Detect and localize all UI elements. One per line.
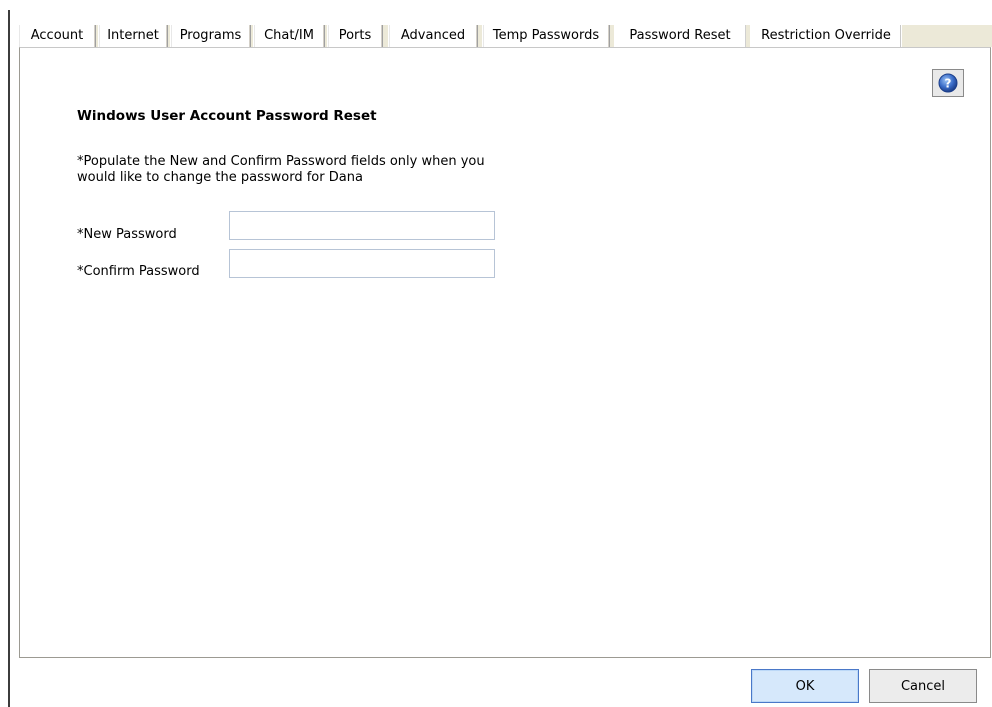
instruction-note-line2: would like to change the password for Da… — [77, 170, 363, 185]
tab-chat-im[interactable]: Chat/IM — [253, 25, 325, 47]
panel-heading: Windows User Account Password Reset — [77, 108, 377, 124]
confirm-password-field[interactable] — [229, 249, 495, 278]
help-button[interactable]: ? — [932, 69, 964, 97]
password-reset-panel — [19, 47, 991, 658]
tab-ports[interactable]: Ports — [327, 25, 383, 47]
window-left-border — [8, 10, 10, 707]
instruction-note-line1: *Populate the New and Confirm Password f… — [77, 154, 485, 169]
instruction-note: *Populate the New and Confirm Password f… — [77, 154, 577, 186]
new-password-field[interactable] — [229, 211, 495, 240]
tab-programs[interactable]: Programs — [170, 25, 251, 47]
cancel-button[interactable]: Cancel — [869, 669, 977, 703]
tab-internet[interactable]: Internet — [98, 25, 168, 47]
tab-temp-passwords[interactable]: Temp Passwords — [482, 25, 610, 47]
svg-text:?: ? — [945, 77, 952, 91]
new-password-label: *New Password — [77, 227, 177, 242]
tab-password-reset[interactable]: Password Reset — [614, 25, 746, 49]
tab-strip: Account Internet Programs Chat/IM Ports … — [18, 25, 992, 49]
ok-button[interactable]: OK — [751, 669, 859, 703]
help-question-icon: ? — [938, 73, 958, 93]
confirm-password-label: *Confirm Password — [77, 264, 200, 279]
tab-advanced[interactable]: Advanced — [388, 25, 478, 47]
dialog-window: Account Internet Programs Chat/IM Ports … — [0, 0, 992, 707]
tab-restriction-override[interactable]: Restriction Override — [750, 25, 902, 47]
tab-account[interactable]: Account — [18, 25, 96, 47]
